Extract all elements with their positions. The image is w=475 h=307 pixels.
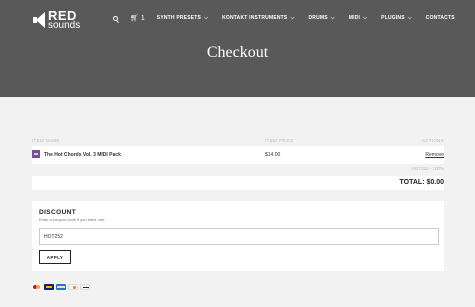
discount-hint: Enter a coupon code if you have one. xyxy=(39,217,106,222)
column-header-name: ITEM NAME xyxy=(32,138,60,143)
nav-item-synth-presets[interactable]: SYNTH PRESETS ⌵ xyxy=(157,15,208,21)
coupon-input[interactable] xyxy=(39,228,439,245)
discover-icon xyxy=(68,284,78,290)
product-price: $14.00 xyxy=(265,152,281,158)
search-button[interactable] xyxy=(113,15,118,21)
table-row: The Hot Chords Vol. 3 MIDI Pack $14.00 R… xyxy=(32,146,444,164)
nav-item-label: DRUMS xyxy=(308,15,328,21)
main-nav: 🛒︎ 1 SYNTH PRESETS ⌵ KONTAKT INSTRUMENTS… xyxy=(113,13,469,23)
apply-button[interactable]: APPLY xyxy=(39,250,71,264)
column-header-price: ITEM PRICE xyxy=(265,138,294,143)
total-bar: TOTAL: $0.00 xyxy=(32,176,444,190)
speaker-icon xyxy=(33,12,45,28)
chevron-down-icon: ⌵ xyxy=(330,15,335,21)
payment-methods xyxy=(32,284,92,290)
column-header-actions: ACTIONS xyxy=(421,138,444,143)
nav-item-midi[interactable]: MIDI ⌵ xyxy=(349,15,367,21)
cart-button[interactable]: 🛒︎ 1 xyxy=(130,14,145,23)
logo[interactable]: RED sounds xyxy=(33,9,80,31)
page-title: Checkout xyxy=(206,44,269,61)
cart-count: 1 xyxy=(140,14,145,22)
paypal-icon xyxy=(80,284,90,290)
nav-item-kontakt-instruments[interactable]: KONTAKT INSTRUMENTS ⌵ xyxy=(222,15,294,21)
nav-item-label: CONTACTS xyxy=(425,15,455,21)
site-header: RED sounds 🛒︎ 1 SYNTH PRESETS ⌵ KONTAKT … xyxy=(0,0,475,97)
logo-text-bottom: sounds xyxy=(48,20,81,31)
mastercard-icon xyxy=(32,284,42,290)
visa-icon xyxy=(44,284,54,290)
nav-item-plugins[interactable]: PLUGINS ⌵ xyxy=(381,15,412,21)
cart-table-header: ITEM NAME ITEM PRICE ACTIONS xyxy=(32,138,444,146)
product-name: The Hot Chords Vol. 3 MIDI Pack xyxy=(44,152,121,158)
nav-item-contacts[interactable]: CONTACTS xyxy=(426,15,455,21)
search-icon xyxy=(113,15,118,21)
product-thumbnail xyxy=(32,150,40,158)
chevron-down-icon: ⌵ xyxy=(290,15,295,21)
chevron-down-icon: ⌵ xyxy=(204,15,209,21)
cart-icon: 🛒︎ xyxy=(130,15,139,22)
discount-title: DISCOUNT xyxy=(39,209,77,216)
chevron-down-icon: ⌵ xyxy=(363,15,368,21)
nav-item-label: MIDI xyxy=(348,15,361,21)
nav-item-drums[interactable]: DRUMS ⌵ xyxy=(308,15,334,21)
applied-coupon: HOT252 - 100% xyxy=(411,166,444,171)
nav-item-label: KONTAKT INSTRUMENTS xyxy=(222,15,288,21)
nav-item-label: PLUGINS xyxy=(381,15,405,21)
remove-link[interactable]: Remove xyxy=(425,152,444,158)
cart-total: TOTAL: $0.00 xyxy=(399,179,444,186)
amex-icon xyxy=(56,284,66,290)
discount-panel: DISCOUNT Enter a coupon code if you have… xyxy=(32,201,444,271)
nav-item-label: SYNTH PRESETS xyxy=(156,15,202,21)
chevron-down-icon: ⌵ xyxy=(407,15,412,21)
